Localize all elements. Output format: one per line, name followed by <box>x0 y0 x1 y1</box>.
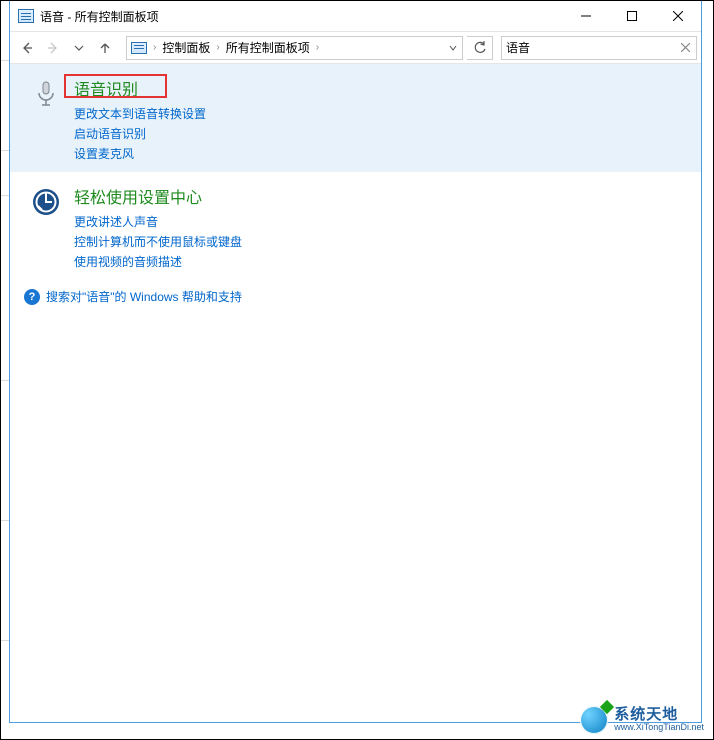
chevron-right-icon[interactable]: › <box>315 42 320 53</box>
result-sublink[interactable]: 设置麦克风 <box>74 144 689 164</box>
minimize-button[interactable] <box>563 1 609 31</box>
clear-search-button[interactable] <box>674 37 696 59</box>
search-box[interactable] <box>501 36 697 60</box>
help-row: ? 搜索对"语音"的 Windows 帮助和支持 <box>10 280 701 305</box>
result-ease-of-access: 轻松使用设置中心 更改讲述人声音 控制计算机而不使用鼠标或键盘 使用视频的音频描… <box>10 172 701 280</box>
close-button[interactable] <box>655 1 701 31</box>
up-button[interactable] <box>92 35 118 61</box>
result-sublink[interactable]: 更改文本到语音转换设置 <box>74 104 689 124</box>
microphone-icon <box>30 78 62 110</box>
back-button[interactable] <box>14 35 40 61</box>
result-speech-recognition: 语音识别 更改文本到语音转换设置 启动语音识别 设置麦克风 <box>10 64 701 172</box>
address-bar-icon <box>131 42 147 54</box>
breadcrumb-item[interactable]: 所有控制面板项 <box>221 39 315 56</box>
maximize-button[interactable] <box>609 1 655 31</box>
forward-button[interactable] <box>40 35 66 61</box>
globe-icon <box>580 706 608 734</box>
control-panel-icon <box>18 9 34 23</box>
address-bar[interactable]: › 控制面板 › 所有控制面板项 › <box>126 36 463 60</box>
results-area: 语音识别 更改文本到语音转换设置 启动语音识别 设置麦克风 轻松使用设置中心 <box>10 64 701 722</box>
control-panel-window: 语音 - 所有控制面板项 › <box>9 0 702 723</box>
refresh-button[interactable] <box>467 36 493 60</box>
cropped-left-edge <box>0 0 9 740</box>
breadcrumb: › 控制面板 › 所有控制面板项 › <box>152 39 444 56</box>
result-sublink[interactable]: 使用视频的音频描述 <box>74 252 689 272</box>
watermark-url: www.XiTongTianDi.net <box>614 723 704 732</box>
navigation-bar: › 控制面板 › 所有控制面板项 › <box>10 31 701 64</box>
window-title: 语音 - 所有控制面板项 <box>40 8 563 25</box>
help-icon: ? <box>24 289 40 305</box>
address-dropdown-button[interactable] <box>444 37 462 59</box>
window-controls <box>563 1 701 31</box>
watermark-logo: 系统天地 www.XiTongTianDi.net <box>580 706 704 734</box>
watermark-title: 系统天地 <box>614 707 704 723</box>
result-title-link[interactable]: 语音识别 <box>74 76 138 100</box>
result-sublink[interactable]: 更改讲述人声音 <box>74 212 689 232</box>
result-sublink[interactable]: 启动语音识别 <box>74 124 689 144</box>
result-sublink[interactable]: 控制计算机而不使用鼠标或键盘 <box>74 232 689 252</box>
ease-of-access-icon <box>30 186 62 218</box>
breadcrumb-item[interactable]: 控制面板 <box>157 39 215 56</box>
result-title-link[interactable]: 轻松使用设置中心 <box>74 184 202 208</box>
recent-locations-button[interactable] <box>66 35 92 61</box>
windows-help-link[interactable]: 搜索对"语音"的 Windows 帮助和支持 <box>46 288 242 305</box>
search-input[interactable] <box>502 37 674 59</box>
titlebar: 语音 - 所有控制面板项 <box>10 1 701 31</box>
